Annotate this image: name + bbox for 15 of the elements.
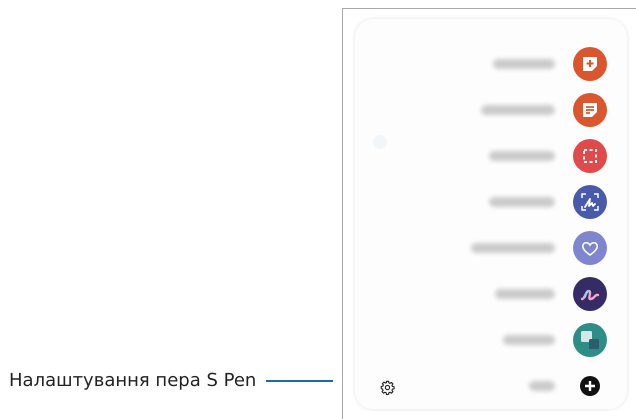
blurred-label bbox=[495, 289, 555, 299]
leader-line bbox=[266, 380, 334, 382]
note-plus-icon[interactable] bbox=[573, 47, 607, 81]
blurred-label bbox=[489, 197, 555, 207]
squares-icon[interactable] bbox=[573, 323, 607, 357]
blurred-label bbox=[529, 381, 555, 391]
blurred-label bbox=[503, 335, 555, 345]
squiggle-icon[interactable] bbox=[573, 277, 607, 311]
plus-icon[interactable] bbox=[580, 376, 600, 396]
blurred-label bbox=[493, 59, 555, 69]
note-lines-icon[interactable] bbox=[573, 93, 607, 127]
blurred-label bbox=[489, 151, 555, 161]
settings-icon[interactable] bbox=[380, 380, 395, 395]
callout-label: Налаштування пера S Pen bbox=[9, 370, 256, 391]
pen-scribble-icon[interactable] bbox=[573, 185, 607, 219]
